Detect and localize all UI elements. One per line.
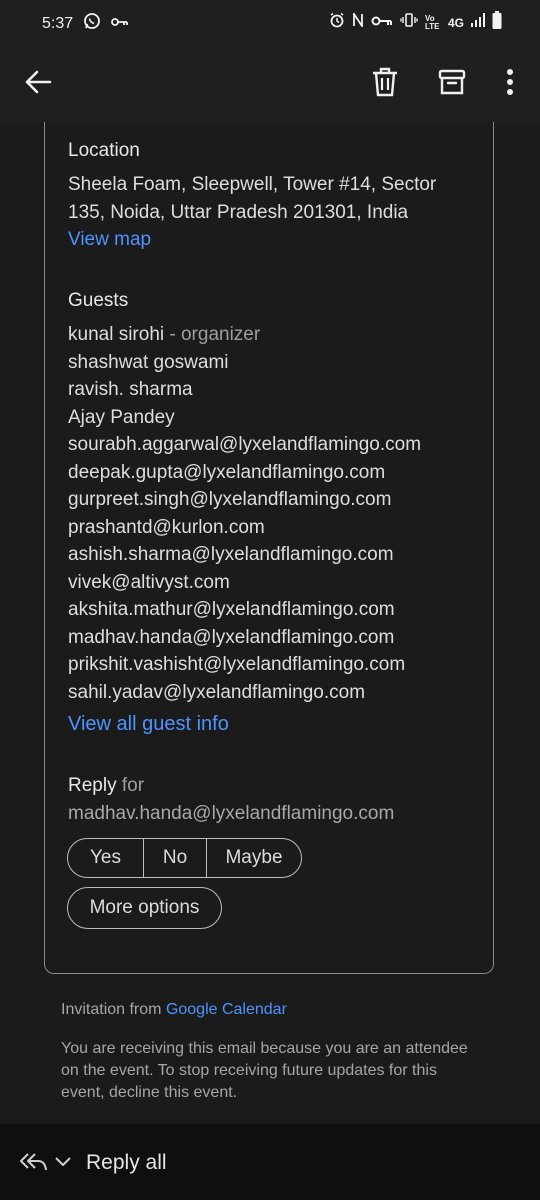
invitation-line: Invitation from Google Calendar — [61, 999, 287, 1021]
guest-item: madhav.handa@lyxelandflamingo.com — [68, 626, 395, 648]
guest-item: akshita.mathur@lyxelandflamingo.com — [68, 599, 395, 620]
guest-item: shashwat goswami — [68, 351, 229, 373]
view-map-link[interactable]: View map — [68, 226, 436, 254]
location-heading: Location — [68, 140, 140, 161]
view-all-guests-link[interactable]: View all guest info — [68, 711, 229, 739]
signal-icon — [471, 13, 485, 32]
location-address: Sheela Foam, Sleepwell, Tower #14, Secto… — [68, 171, 436, 254]
notice-line: You are receiving this email because you… — [61, 1040, 468, 1057]
notice-line: event, decline this event. — [61, 1084, 238, 1101]
reply-all-icon[interactable] — [18, 1150, 48, 1179]
reply-for: for — [116, 775, 145, 796]
guest-item: sahil.yadav@lyxelandflamingo.com — [68, 681, 366, 703]
reply-label: Reply — [68, 775, 117, 796]
guest-item-organizer: kunal sirohi - organizer — [68, 321, 421, 349]
chevron-down-icon[interactable] — [54, 1155, 72, 1173]
google-calendar-link[interactable]: Google Calendar — [166, 1001, 287, 1018]
guest-item: prikshit.vashisht@lyxelandflamingo.com — [68, 654, 406, 675]
notice-text: You are receiving this email because you… — [61, 1038, 468, 1104]
archive-icon[interactable] — [434, 64, 470, 100]
organizer-tag: - organizer — [164, 324, 261, 345]
guests-heading: Guests — [68, 290, 129, 311]
whatsapp-icon — [83, 12, 101, 35]
more-options-button[interactable]: More options — [67, 887, 222, 929]
alarm-icon — [329, 12, 345, 33]
invitation-prefix: Invitation from — [61, 1001, 166, 1018]
rsvp-maybe-button[interactable]: Maybe — [207, 839, 301, 877]
organizer-name: kunal sirohi — [68, 324, 165, 345]
trash-icon[interactable] — [367, 64, 403, 100]
more-vertical-icon[interactable] — [492, 64, 528, 100]
guest-item: Ajay Pandey — [68, 406, 175, 428]
guest-item: gurpreet.singh@lyxelandflamingo.com — [68, 489, 392, 510]
battery-icon — [492, 11, 502, 34]
rsvp-yes-button[interactable]: Yes — [68, 839, 143, 877]
status-left: 5:37 — [42, 12, 129, 35]
rsvp-button-group: Yes No Maybe — [67, 838, 302, 878]
back-arrow-icon[interactable] — [20, 64, 56, 100]
guest-item: ashish.sharma@lyxelandflamingo.com — [68, 544, 394, 565]
rsvp-no-button[interactable]: No — [144, 839, 206, 877]
vpn-key-icon — [371, 14, 393, 32]
network-label: 4G — [447, 15, 464, 30]
status-bar: 5:37 Vo LTE 4G — [0, 0, 540, 44]
key-icon — [111, 15, 129, 33]
location-line: Sheela Foam, Sleepwell, Tower #14, Secto… — [68, 174, 437, 195]
top-toolbar — [0, 44, 540, 122]
nfc-icon — [352, 11, 364, 32]
guest-item: sourabh.aggarwal@lyxelandflamingo.com — [68, 434, 422, 455]
bottom-reply-bar: Reply all — [0, 1124, 540, 1200]
guest-item: vivek@altivyst.com — [68, 571, 230, 593]
location-line: 135, Noida, Uttar Pradesh 201301, India — [68, 201, 409, 223]
reply-email: madhav.handa@lyxelandflamingo.com — [68, 803, 395, 824]
reply-heading: Reply for — [68, 772, 144, 800]
status-right: Vo LTE 4G — [329, 11, 502, 34]
guest-item: deepak.gupta@lyxelandflamingo.com — [68, 461, 386, 483]
volte-label: Vo LTE — [424, 13, 440, 31]
guest-item: ravish. sharma — [68, 379, 193, 400]
notice-line: on the event. To stop receiving future u… — [61, 1062, 437, 1079]
reply-all-button[interactable]: Reply all — [86, 1151, 167, 1175]
vibrate-icon — [400, 13, 418, 32]
guest-list: kunal sirohi - organizer shashwat goswam… — [68, 321, 421, 706]
email-content[interactable]: Location Sheela Foam, Sleepwell, Tower #… — [0, 122, 540, 1124]
guest-item: prashantd@kurlon.com — [68, 516, 265, 538]
status-time: 5:37 — [42, 14, 74, 32]
